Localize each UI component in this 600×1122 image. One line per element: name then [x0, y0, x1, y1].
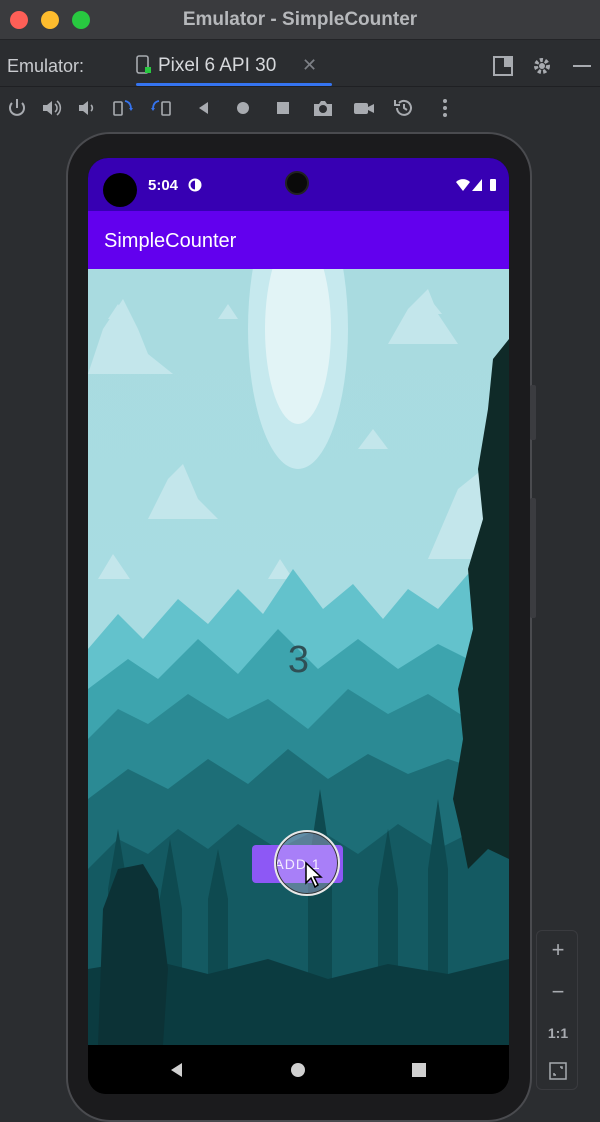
data-saver-icon [188, 178, 202, 192]
app-bar: SimpleCounter [88, 211, 509, 269]
volume-down-icon[interactable] [76, 97, 98, 119]
overview-icon[interactable] [272, 97, 294, 119]
emulator-label: Emulator: [7, 56, 85, 76]
tab-pixel-6-api-30[interactable]: Pixel 6 API 30 ✕ [122, 41, 332, 87]
counter-value: 3 [287, 639, 310, 681]
front-camera [285, 171, 309, 195]
emulator-window: Emulator - SimpleCounter Emulator: Pixel… [0, 0, 600, 1122]
status-bar: 5:04 [88, 158, 509, 211]
layout-icon[interactable] [492, 55, 514, 77]
rotate-right-icon[interactable] [150, 97, 172, 119]
tab-close-icon[interactable]: ✕ [302, 55, 317, 76]
zoom-controls: + − 1:1 [536, 930, 578, 1090]
side-button-volume[interactable] [530, 498, 536, 618]
tab-label: Pixel 6 API 30 [158, 55, 277, 76]
app-title: SimpleCounter [104, 230, 237, 252]
punch-hole [103, 173, 137, 207]
back-icon[interactable] [193, 97, 215, 119]
rotate-left-icon[interactable] [112, 97, 134, 119]
nav-home-icon[interactable] [288, 1060, 308, 1080]
gear-icon[interactable] [531, 55, 553, 77]
volume-up-icon[interactable] [40, 97, 62, 119]
emulator-toolbar [0, 88, 600, 130]
device-icon [136, 55, 151, 74]
snapshot-icon[interactable] [393, 97, 415, 119]
emulator-tabbar: Emulator: Pixel 6 API 30 ✕ [0, 41, 600, 87]
minimize-panel-icon[interactable] [571, 55, 593, 77]
nav-overview-icon[interactable] [409, 1060, 429, 1080]
device-screen[interactable]: 5:04 SimpleCounter 3 ADD 1 [88, 158, 509, 1094]
window-title: Emulator - SimpleCounter [182, 9, 418, 30]
zoom-actual-size-button[interactable]: 1:1 [537, 1025, 579, 1041]
home-icon[interactable] [232, 97, 254, 119]
side-button-power[interactable] [530, 385, 536, 440]
cursor-icon [305, 861, 323, 889]
nav-back-icon[interactable] [167, 1060, 187, 1080]
zoom-out-button[interactable]: − [537, 979, 579, 1005]
status-time: 5:04 [148, 177, 179, 194]
status-icons [456, 179, 496, 191]
power-icon[interactable] [6, 97, 28, 119]
fit-screen-icon[interactable] [548, 1061, 568, 1081]
navigation-bar [88, 1045, 509, 1094]
zoom-in-button[interactable]: + [537, 937, 579, 963]
camera-icon[interactable] [312, 97, 334, 119]
more-icon[interactable] [434, 97, 456, 119]
title-bar: Emulator - SimpleCounter [0, 0, 600, 40]
screenrecord-icon[interactable] [353, 97, 375, 119]
tab-active-indicator [136, 83, 332, 86]
